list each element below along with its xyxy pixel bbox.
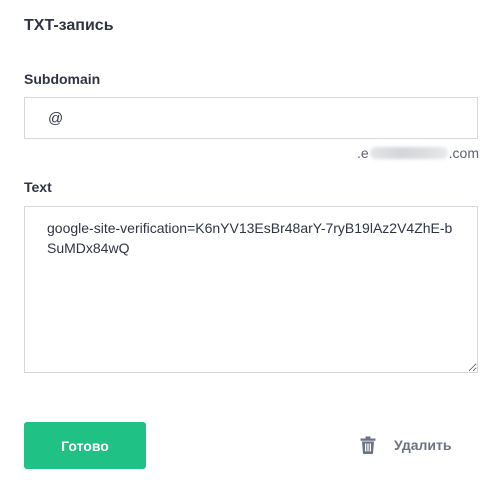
done-button[interactable]: Готово: [24, 422, 146, 469]
delete-button[interactable]: Удалить: [360, 430, 451, 460]
domain-suffix-start: .e: [356, 145, 369, 161]
delete-label: Удалить: [394, 437, 452, 453]
text-label: Text: [24, 179, 52, 195]
trash-icon: [360, 436, 376, 454]
form-title: TXT-запись: [24, 17, 114, 34]
subdomain-input[interactable]: [24, 97, 478, 139]
domain-suffix: .e .com: [357, 145, 479, 161]
text-value-textarea[interactable]: google-site-verification=K6nYV13EsBr48ar…: [24, 206, 478, 373]
domain-suffix-end: .com: [448, 145, 479, 161]
subdomain-label: Subdomain: [24, 71, 101, 87]
redacted-domain: [369, 147, 448, 159]
